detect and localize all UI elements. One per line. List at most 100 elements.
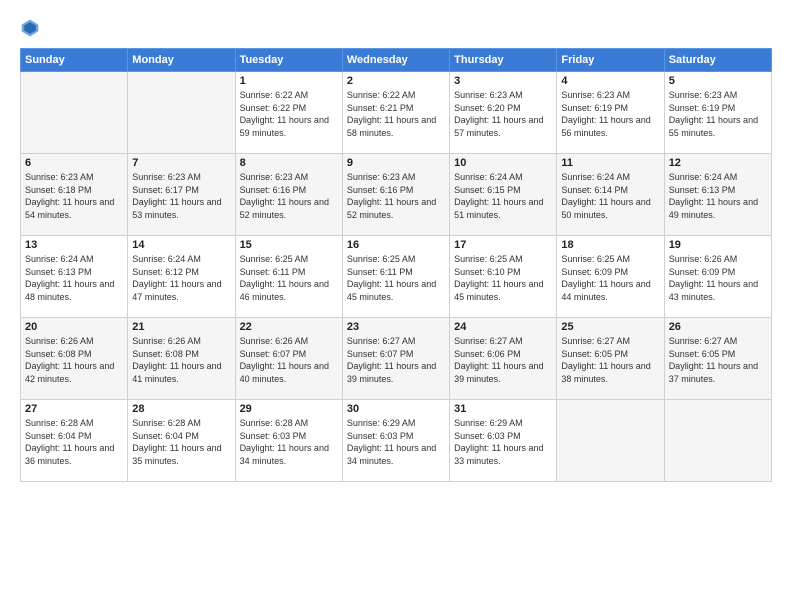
day-of-week-thursday: Thursday bbox=[450, 49, 557, 72]
header-row: SundayMondayTuesdayWednesdayThursdayFrid… bbox=[21, 49, 772, 72]
day-number: 18 bbox=[561, 239, 659, 251]
calendar-cell: 3 Sunrise: 6:23 AMSunset: 6:20 PMDaylight… bbox=[450, 72, 557, 154]
day-info: Sunrise: 6:24 AMSunset: 6:15 PMDaylight:… bbox=[454, 171, 552, 221]
day-number: 30 bbox=[347, 403, 445, 415]
day-number: 20 bbox=[25, 321, 123, 333]
day-number: 15 bbox=[240, 239, 338, 251]
day-number: 19 bbox=[669, 239, 767, 251]
logo-icon bbox=[20, 18, 40, 38]
day-number: 29 bbox=[240, 403, 338, 415]
calendar-cell: 22 Sunrise: 6:26 AMSunset: 6:07 PMDayligh… bbox=[235, 318, 342, 400]
day-info: Sunrise: 6:27 AMSunset: 6:05 PMDaylight:… bbox=[561, 335, 659, 385]
day-info: Sunrise: 6:27 AMSunset: 6:06 PMDaylight:… bbox=[454, 335, 552, 385]
day-info: Sunrise: 6:24 AMSunset: 6:13 PMDaylight:… bbox=[669, 171, 767, 221]
calendar-cell: 14Sunrise: 6:24 AMSunset: 6:12 PMDayligh… bbox=[128, 236, 235, 318]
page: SundayMondayTuesdayWednesdayThursdayFrid… bbox=[0, 0, 792, 612]
day-number: 1 bbox=[240, 75, 338, 87]
day-number: 22 bbox=[240, 321, 338, 333]
calendar-cell: 26Sunrise: 6:27 AMSunset: 6:05 PMDayligh… bbox=[664, 318, 771, 400]
header bbox=[20, 18, 772, 38]
day-info: Sunrise: 6:29 AMSunset: 6:03 PMDaylight:… bbox=[347, 417, 445, 467]
calendar-cell: 16 Sunrise: 6:25 AMSunset: 6:11 PMDayligh… bbox=[342, 236, 449, 318]
calendar-header: SundayMondayTuesdayWednesdayThursdayFrid… bbox=[21, 49, 772, 72]
calendar-cell: 10 Sunrise: 6:24 AMSunset: 6:15 PMDayligh… bbox=[450, 154, 557, 236]
calendar-cell: 25Sunrise: 6:27 AMSunset: 6:05 PMDayligh… bbox=[557, 318, 664, 400]
day-info: Sunrise: 6:28 AMSunset: 6:04 PMDaylight:… bbox=[25, 417, 123, 467]
calendar-week-4: 20 Sunrise: 6:26 AMSunset: 6:08 PMDayligh… bbox=[21, 318, 772, 400]
day-number: 13 bbox=[25, 239, 123, 251]
day-info: Sunrise: 6:23 AMSunset: 6:19 PMDaylight:… bbox=[561, 89, 659, 139]
day-number: 16 bbox=[347, 239, 445, 251]
calendar-cell: 6 Sunrise: 6:23 AMSunset: 6:18 PMDaylight… bbox=[21, 154, 128, 236]
day-info: Sunrise: 6:28 AMSunset: 6:04 PMDaylight:… bbox=[132, 417, 230, 467]
day-info: Sunrise: 6:26 AMSunset: 6:07 PMDaylight:… bbox=[240, 335, 338, 385]
day-info: Sunrise: 6:23 AMSunset: 6:19 PMDaylight:… bbox=[669, 89, 767, 139]
day-number: 24 bbox=[454, 321, 552, 333]
day-info: Sunrise: 6:23 AMSunset: 6:18 PMDaylight:… bbox=[25, 171, 123, 221]
calendar-cell: 11 Sunrise: 6:24 AMSunset: 6:14 PMDayligh… bbox=[557, 154, 664, 236]
day-number: 8 bbox=[240, 157, 338, 169]
calendar-cell: 28 Sunrise: 6:28 AMSunset: 6:04 PMDayligh… bbox=[128, 400, 235, 482]
day-of-week-friday: Friday bbox=[557, 49, 664, 72]
logo bbox=[20, 18, 44, 38]
day-number: 12 bbox=[669, 157, 767, 169]
calendar-cell: 31Sunrise: 6:29 AMSunset: 6:03 PMDayligh… bbox=[450, 400, 557, 482]
day-info: Sunrise: 6:25 AMSunset: 6:10 PMDaylight:… bbox=[454, 253, 552, 303]
day-info: Sunrise: 6:22 AMSunset: 6:22 PMDaylight:… bbox=[240, 89, 338, 139]
day-of-week-monday: Monday bbox=[128, 49, 235, 72]
day-number: 7 bbox=[132, 157, 230, 169]
day-info: Sunrise: 6:28 AMSunset: 6:03 PMDaylight:… bbox=[240, 417, 338, 467]
calendar-cell: 12 Sunrise: 6:24 AMSunset: 6:13 PMDayligh… bbox=[664, 154, 771, 236]
day-number: 10 bbox=[454, 157, 552, 169]
calendar-week-5: 27 Sunrise: 6:28 AMSunset: 6:04 PMDayligh… bbox=[21, 400, 772, 482]
calendar-cell: 4 Sunrise: 6:23 AMSunset: 6:19 PMDaylight… bbox=[557, 72, 664, 154]
day-info: Sunrise: 6:27 AMSunset: 6:07 PMDaylight:… bbox=[347, 335, 445, 385]
calendar-cell: 24 Sunrise: 6:27 AMSunset: 6:06 PMDayligh… bbox=[450, 318, 557, 400]
day-number: 9 bbox=[347, 157, 445, 169]
calendar-cell: 15 Sunrise: 6:25 AMSunset: 6:11 PMDayligh… bbox=[235, 236, 342, 318]
day-number: 27 bbox=[25, 403, 123, 415]
calendar-cell bbox=[664, 400, 771, 482]
calendar-cell bbox=[21, 72, 128, 154]
calendar-cell: 2 Sunrise: 6:22 AMSunset: 6:21 PMDaylight… bbox=[342, 72, 449, 154]
day-number: 17 bbox=[454, 239, 552, 251]
calendar-cell: 20 Sunrise: 6:26 AMSunset: 6:08 PMDayligh… bbox=[21, 318, 128, 400]
day-info: Sunrise: 6:22 AMSunset: 6:21 PMDaylight:… bbox=[347, 89, 445, 139]
day-info: Sunrise: 6:23 AMSunset: 6:16 PMDaylight:… bbox=[240, 171, 338, 221]
day-info: Sunrise: 6:25 AMSunset: 6:11 PMDaylight:… bbox=[347, 253, 445, 303]
day-info: Sunrise: 6:24 AMSunset: 6:14 PMDaylight:… bbox=[561, 171, 659, 221]
day-number: 11 bbox=[561, 157, 659, 169]
day-number: 6 bbox=[25, 157, 123, 169]
day-number: 3 bbox=[454, 75, 552, 87]
calendar-cell: 21 Sunrise: 6:26 AMSunset: 6:08 PMDayligh… bbox=[128, 318, 235, 400]
calendar: SundayMondayTuesdayWednesdayThursdayFrid… bbox=[20, 48, 772, 482]
day-info: Sunrise: 6:24 AMSunset: 6:12 PMDaylight:… bbox=[132, 253, 230, 303]
day-number: 26 bbox=[669, 321, 767, 333]
calendar-cell: 18 Sunrise: 6:25 AMSunset: 6:09 PMDayligh… bbox=[557, 236, 664, 318]
day-info: Sunrise: 6:26 AMSunset: 6:08 PMDaylight:… bbox=[132, 335, 230, 385]
day-of-week-saturday: Saturday bbox=[664, 49, 771, 72]
day-info: Sunrise: 6:23 AMSunset: 6:17 PMDaylight:… bbox=[132, 171, 230, 221]
day-of-week-tuesday: Tuesday bbox=[235, 49, 342, 72]
day-number: 5 bbox=[669, 75, 767, 87]
calendar-cell: 8 Sunrise: 6:23 AMSunset: 6:16 PMDaylight… bbox=[235, 154, 342, 236]
calendar-cell: 27 Sunrise: 6:28 AMSunset: 6:04 PMDayligh… bbox=[21, 400, 128, 482]
day-info: Sunrise: 6:25 AMSunset: 6:09 PMDaylight:… bbox=[561, 253, 659, 303]
day-info: Sunrise: 6:26 AMSunset: 6:08 PMDaylight:… bbox=[25, 335, 123, 385]
calendar-cell bbox=[128, 72, 235, 154]
day-of-week-sunday: Sunday bbox=[21, 49, 128, 72]
calendar-cell: 5 Sunrise: 6:23 AMSunset: 6:19 PMDaylight… bbox=[664, 72, 771, 154]
day-number: 28 bbox=[132, 403, 230, 415]
calendar-cell: 19Sunrise: 6:26 AMSunset: 6:09 PMDayligh… bbox=[664, 236, 771, 318]
day-number: 21 bbox=[132, 321, 230, 333]
calendar-body: 1 Sunrise: 6:22 AMSunset: 6:22 PMDaylight… bbox=[21, 72, 772, 482]
day-number: 2 bbox=[347, 75, 445, 87]
day-info: Sunrise: 6:23 AMSunset: 6:20 PMDaylight:… bbox=[454, 89, 552, 139]
day-info: Sunrise: 6:25 AMSunset: 6:11 PMDaylight:… bbox=[240, 253, 338, 303]
day-info: Sunrise: 6:23 AMSunset: 6:16 PMDaylight:… bbox=[347, 171, 445, 221]
day-info: Sunrise: 6:24 AMSunset: 6:13 PMDaylight:… bbox=[25, 253, 123, 303]
day-number: 23 bbox=[347, 321, 445, 333]
day-number: 4 bbox=[561, 75, 659, 87]
day-of-week-wednesday: Wednesday bbox=[342, 49, 449, 72]
calendar-cell: 17 Sunrise: 6:25 AMSunset: 6:10 PMDayligh… bbox=[450, 236, 557, 318]
